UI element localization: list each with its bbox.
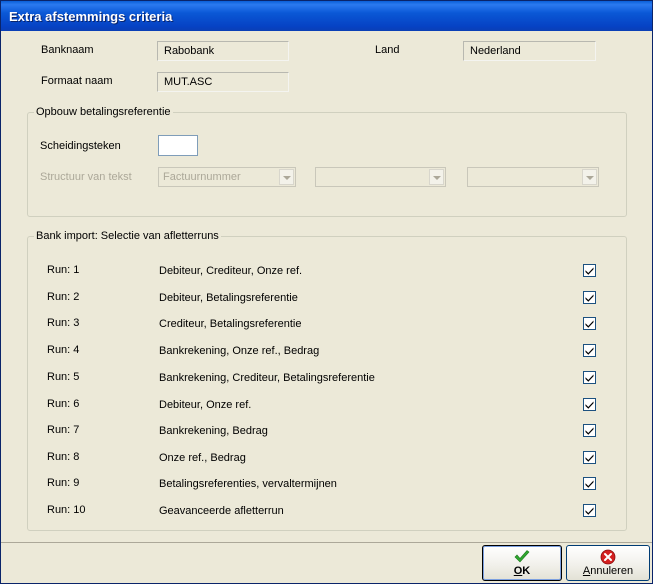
run-row: Run: 2 Debiteur, Betalingsreferentie bbox=[28, 289, 628, 309]
run-label: Run: 1 bbox=[47, 264, 80, 276]
run-checkbox[interactable] bbox=[583, 451, 596, 464]
run-description: Geavanceerde afletterrun bbox=[159, 505, 284, 517]
checkmark-icon bbox=[585, 294, 594, 302]
run-label: Run: 6 bbox=[47, 398, 80, 410]
run-label: Run: 7 bbox=[47, 424, 80, 436]
run-row: Run: 7 Bankrekening, Bedrag bbox=[28, 422, 628, 442]
annuleren-button-label: Annuleren bbox=[582, 565, 634, 577]
runs-list: Run: 1 Debiteur, Crediteur, Onze ref. Ru… bbox=[28, 1, 628, 531]
run-row: Run: 6 Debiteur, Onze ref. bbox=[28, 396, 628, 416]
checkmark-icon bbox=[585, 267, 594, 275]
run-row: Run: 8 Onze ref., Bedrag bbox=[28, 449, 628, 469]
run-description: Bankrekening, Onze ref., Bedrag bbox=[159, 345, 320, 357]
run-description: Bankrekening, Bedrag bbox=[159, 425, 268, 437]
run-description: Debiteur, Crediteur, Onze ref. bbox=[159, 265, 303, 277]
run-description: Crediteur, Betalingsreferentie bbox=[159, 318, 302, 330]
run-label: Run: 8 bbox=[47, 451, 80, 463]
run-label: Run: 9 bbox=[47, 477, 80, 489]
ok-button-label: OK bbox=[513, 565, 531, 577]
run-description: Debiteur, Onze ref. bbox=[159, 399, 252, 411]
run-checkbox[interactable] bbox=[583, 504, 596, 517]
checkmark-icon bbox=[585, 454, 594, 462]
run-checkbox[interactable] bbox=[583, 477, 596, 490]
checkmark-icon bbox=[585, 427, 594, 435]
run-checkbox[interactable] bbox=[583, 291, 596, 304]
run-description: Debiteur, Betalingsreferentie bbox=[159, 292, 298, 304]
run-description: Betalingsreferenties, vervaltermijnen bbox=[159, 478, 337, 490]
run-label: Run: 4 bbox=[47, 344, 80, 356]
run-checkbox[interactable] bbox=[583, 317, 596, 330]
run-checkbox[interactable] bbox=[583, 344, 596, 357]
run-row: Run: 1 Debiteur, Crediteur, Onze ref. bbox=[28, 262, 628, 282]
run-checkbox[interactable] bbox=[583, 371, 596, 384]
checkmark-icon bbox=[585, 320, 594, 328]
ok-button[interactable]: OK bbox=[482, 545, 562, 581]
run-label: Run: 10 bbox=[47, 504, 86, 516]
run-description: Onze ref., Bedrag bbox=[159, 452, 246, 464]
run-label: Run: 2 bbox=[47, 291, 80, 303]
run-description: Bankrekening, Crediteur, Betalingsrefere… bbox=[159, 372, 375, 384]
checkmark-icon bbox=[514, 550, 530, 563]
run-row: Run: 9 Betalingsreferenties, vervaltermi… bbox=[28, 475, 628, 495]
run-checkbox[interactable] bbox=[583, 264, 596, 277]
dialog-window: Extra afstemmings criteria Banknaam Rabo… bbox=[0, 0, 653, 584]
run-checkbox[interactable] bbox=[583, 424, 596, 437]
annuleren-button[interactable]: Annuleren bbox=[566, 545, 650, 581]
run-checkbox[interactable] bbox=[583, 398, 596, 411]
checkmark-icon bbox=[585, 347, 594, 355]
checkmark-icon bbox=[585, 507, 594, 515]
checkmark-icon bbox=[585, 480, 594, 488]
run-row: Run: 10 Geavanceerde afletterrun bbox=[28, 502, 628, 522]
run-label: Run: 3 bbox=[47, 317, 80, 329]
checkmark-icon bbox=[585, 374, 594, 382]
run-label: Run: 5 bbox=[47, 371, 80, 383]
run-row: Run: 3 Crediteur, Betalingsreferentie bbox=[28, 315, 628, 335]
checkmark-icon bbox=[585, 401, 594, 409]
run-row: Run: 4 Bankrekening, Onze ref., Bedrag bbox=[28, 342, 628, 362]
footer-divider bbox=[1, 542, 652, 543]
close-icon bbox=[600, 549, 616, 565]
run-row: Run: 5 Bankrekening, Crediteur, Betaling… bbox=[28, 369, 628, 389]
